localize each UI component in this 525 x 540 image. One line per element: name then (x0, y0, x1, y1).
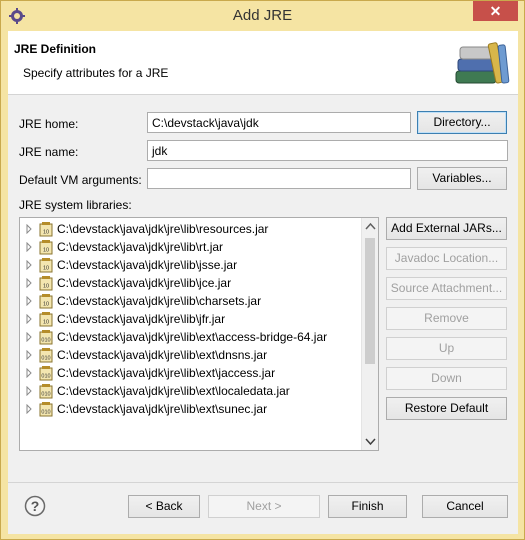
library-row[interactable]: 10 C:\devstack\java\jdk\jre\lib\jsse.jar (20, 256, 362, 274)
library-row[interactable]: 010 C:\devstack\java\jdk\jre\lib\ext\acce… (20, 328, 362, 346)
source-attachment-button[interactable]: Source Attachment... (386, 277, 507, 300)
cancel-button[interactable]: Cancel (422, 495, 508, 518)
footer-divider (8, 482, 518, 483)
library-path: C:\devstack\java\jdk\jre\lib\rt.jar (57, 240, 224, 254)
jar-icon-label: 010 (41, 356, 50, 362)
back-button[interactable]: < Back (128, 495, 200, 518)
library-row[interactable]: 10 C:\devstack\java\jdk\jre\lib\rt.jar (20, 238, 362, 256)
scroll-up-arrow-icon[interactable] (362, 218, 379, 235)
library-row[interactable]: 010 C:\devstack\java\jdk\jre\lib\ext\jacc… (20, 364, 362, 382)
jar-icon-label: 10 (43, 266, 49, 272)
header-title: JRE Definition (14, 42, 97, 56)
library-row[interactable]: 10 C:\devstack\java\jdk\jre\lib\jce.jar (20, 274, 362, 292)
library-row[interactable]: 10 C:\devstack\java\jdk\jre\lib\resources… (20, 220, 362, 238)
title-bar[interactable]: Add JRE ✕ (1, 1, 524, 31)
vm-arguments-field[interactable] (147, 168, 411, 189)
jre-name-field[interactable]: jdk (147, 140, 508, 161)
library-row[interactable]: 10 C:\devstack\java\jdk\jre\lib\charsets.… (20, 292, 362, 310)
dialog-header: JRE Definition Specify attributes for a … (8, 31, 518, 95)
jar-file-icon: 010 (39, 402, 53, 417)
system-libraries-list[interactable]: 10 C:\devstack\java\jdk\jre\lib\resources… (19, 217, 379, 451)
dialog-body: JRE Definition Specify attributes for a … (8, 31, 518, 534)
library-path: C:\devstack\java\jdk\jre\lib\jsse.jar (57, 258, 238, 272)
expand-arrow-icon[interactable] (24, 224, 34, 234)
jar-file-icon: 010 (39, 384, 53, 399)
library-path: C:\devstack\java\jdk\jre\lib\jfr.jar (57, 312, 226, 326)
jar-icon-label: 10 (43, 230, 49, 236)
up-button[interactable]: Up (386, 337, 507, 360)
library-row[interactable]: 010 C:\devstack\java\jdk\jre\lib\ext\dnsn… (20, 346, 362, 364)
jre-home-field[interactable]: C:\devstack\java\jdk (147, 112, 411, 133)
jar-file-icon: 10 (39, 240, 53, 255)
vertical-scrollbar[interactable] (361, 218, 378, 450)
jar-file-icon: 010 (39, 348, 53, 363)
jre-name-label: JRE name: (19, 145, 79, 159)
expand-arrow-icon[interactable] (24, 332, 34, 342)
variables-button[interactable]: Variables... (417, 167, 507, 190)
library-path: C:\devstack\java\jdk\jre\lib\ext\localed… (57, 384, 290, 398)
jar-icon-label: 010 (41, 374, 50, 380)
jre-home-label: JRE home: (19, 117, 79, 131)
jar-file-icon: 10 (39, 222, 53, 237)
finish-button[interactable]: Finish (328, 495, 407, 518)
jar-icon-label: 10 (43, 302, 49, 308)
down-button[interactable]: Down (386, 367, 507, 390)
expand-arrow-icon[interactable] (24, 350, 34, 360)
jar-file-icon: 10 (39, 312, 53, 327)
jar-icon-label: 010 (41, 392, 50, 398)
expand-arrow-icon[interactable] (24, 242, 34, 252)
library-path: C:\devstack\java\jdk\jre\lib\ext\jaccess… (57, 366, 276, 380)
window-title: Add JRE (232, 7, 293, 24)
expand-arrow-icon[interactable] (24, 296, 34, 306)
library-path: C:\devstack\java\jdk\jre\lib\ext\dnsns.j… (57, 348, 268, 362)
jar-icon-label: 010 (41, 410, 50, 416)
library-path: C:\devstack\java\jdk\jre\lib\ext\access-… (57, 330, 328, 344)
library-row[interactable]: 010 C:\devstack\java\jdk\jre\lib\ext\sune… (20, 400, 362, 418)
help-icon[interactable]: ? (24, 495, 46, 517)
vm-arguments-label: Default VM arguments: (19, 173, 142, 187)
jar-file-icon: 10 (39, 258, 53, 273)
library-path: C:\devstack\java\jdk\jre\lib\ext\sunec.j… (57, 402, 268, 416)
system-libraries-label: JRE system libraries: (19, 198, 132, 212)
library-path: C:\devstack\java\jdk\jre\lib\jce.jar (57, 276, 232, 290)
expand-arrow-icon[interactable] (24, 404, 34, 414)
jar-icon-label: 010 (41, 338, 50, 344)
close-button[interactable]: ✕ (473, 1, 518, 21)
jar-icon-label: 10 (43, 284, 49, 290)
javadoc-location-button[interactable]: Javadoc Location... (386, 247, 507, 270)
header-description: Specify attributes for a JRE (23, 66, 169, 80)
add-external-jars-button[interactable]: Add External JARs... (386, 217, 507, 240)
jar-file-icon: 010 (39, 366, 53, 381)
scroll-down-arrow-icon[interactable] (362, 433, 379, 450)
library-row[interactable]: 10 C:\devstack\java\jdk\jre\lib\jfr.jar (20, 310, 362, 328)
library-row[interactable]: 010 C:\devstack\java\jdk\jre\lib\ext\loca… (20, 382, 362, 400)
library-books-icon (455, 42, 510, 84)
library-path: C:\devstack\java\jdk\jre\lib\charsets.ja… (57, 294, 262, 308)
restore-default-button[interactable]: Restore Default (386, 397, 507, 420)
add-jre-dialog: Add JRE ✕ JRE Definition Specify attribu… (0, 0, 525, 540)
remove-button[interactable]: Remove (386, 307, 507, 330)
next-button[interactable]: Next > (208, 495, 320, 518)
library-path: C:\devstack\java\jdk\jre\lib\resources.j… (57, 222, 269, 236)
jar-file-icon: 10 (39, 276, 53, 291)
expand-arrow-icon[interactable] (24, 368, 34, 378)
expand-arrow-icon[interactable] (24, 314, 34, 324)
scroll-thumb[interactable] (365, 238, 375, 364)
jar-icon-label: 10 (43, 320, 49, 326)
jar-icon-label: 10 (43, 248, 49, 254)
directory-button[interactable]: Directory... (417, 111, 507, 134)
jar-file-icon: 10 (39, 294, 53, 309)
expand-arrow-icon[interactable] (24, 278, 34, 288)
expand-arrow-icon[interactable] (24, 386, 34, 396)
help-symbol: ? (31, 498, 40, 514)
expand-arrow-icon[interactable] (24, 260, 34, 270)
jar-file-icon: 010 (39, 330, 53, 345)
